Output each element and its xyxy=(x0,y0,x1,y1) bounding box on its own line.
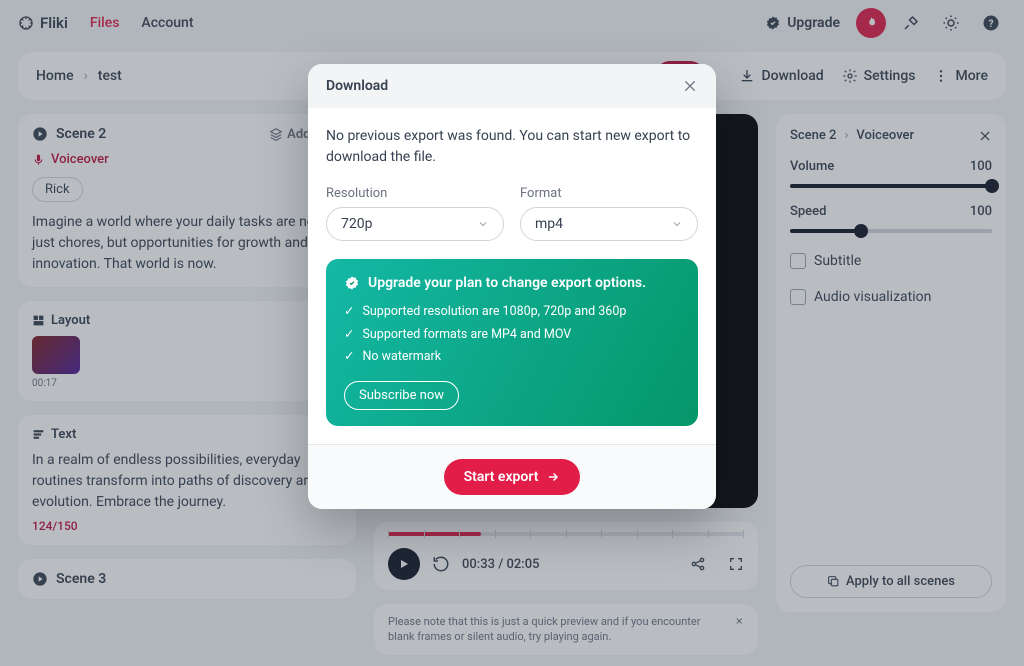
modal-backdrop[interactable]: Download No previous export was found. Y… xyxy=(0,0,1024,666)
upgrade-bullet-1: Supported resolution are 1080p, 720p and… xyxy=(344,301,680,324)
format-label: Format xyxy=(520,186,698,201)
badge-check-icon xyxy=(344,275,360,291)
upgrade-bullet-3: No watermark xyxy=(344,346,680,369)
resolution-select[interactable]: 720p xyxy=(326,207,504,241)
subscribe-button[interactable]: Subscribe now xyxy=(344,381,459,410)
resolution-value: 720p xyxy=(341,216,372,232)
start-export-button[interactable]: Start export xyxy=(444,459,581,495)
modal-message: No previous export was found. You can st… xyxy=(326,126,698,168)
format-value: mp4 xyxy=(535,216,563,232)
format-select[interactable]: mp4 xyxy=(520,207,698,241)
modal-title: Download xyxy=(326,78,388,94)
upgrade-title: Upgrade your plan to change export optio… xyxy=(368,275,646,291)
upgrade-callout: Upgrade your plan to change export optio… xyxy=(326,259,698,426)
resolution-label: Resolution xyxy=(326,186,504,201)
start-export-label: Start export xyxy=(464,469,539,485)
download-modal: Download No previous export was found. Y… xyxy=(308,64,716,509)
chevron-down-icon xyxy=(477,218,489,230)
close-icon[interactable] xyxy=(682,78,698,94)
chevron-down-icon xyxy=(671,218,683,230)
upgrade-bullet-2: Supported formats are MP4 and MOV xyxy=(344,324,680,347)
arrow-right-icon xyxy=(546,470,560,484)
